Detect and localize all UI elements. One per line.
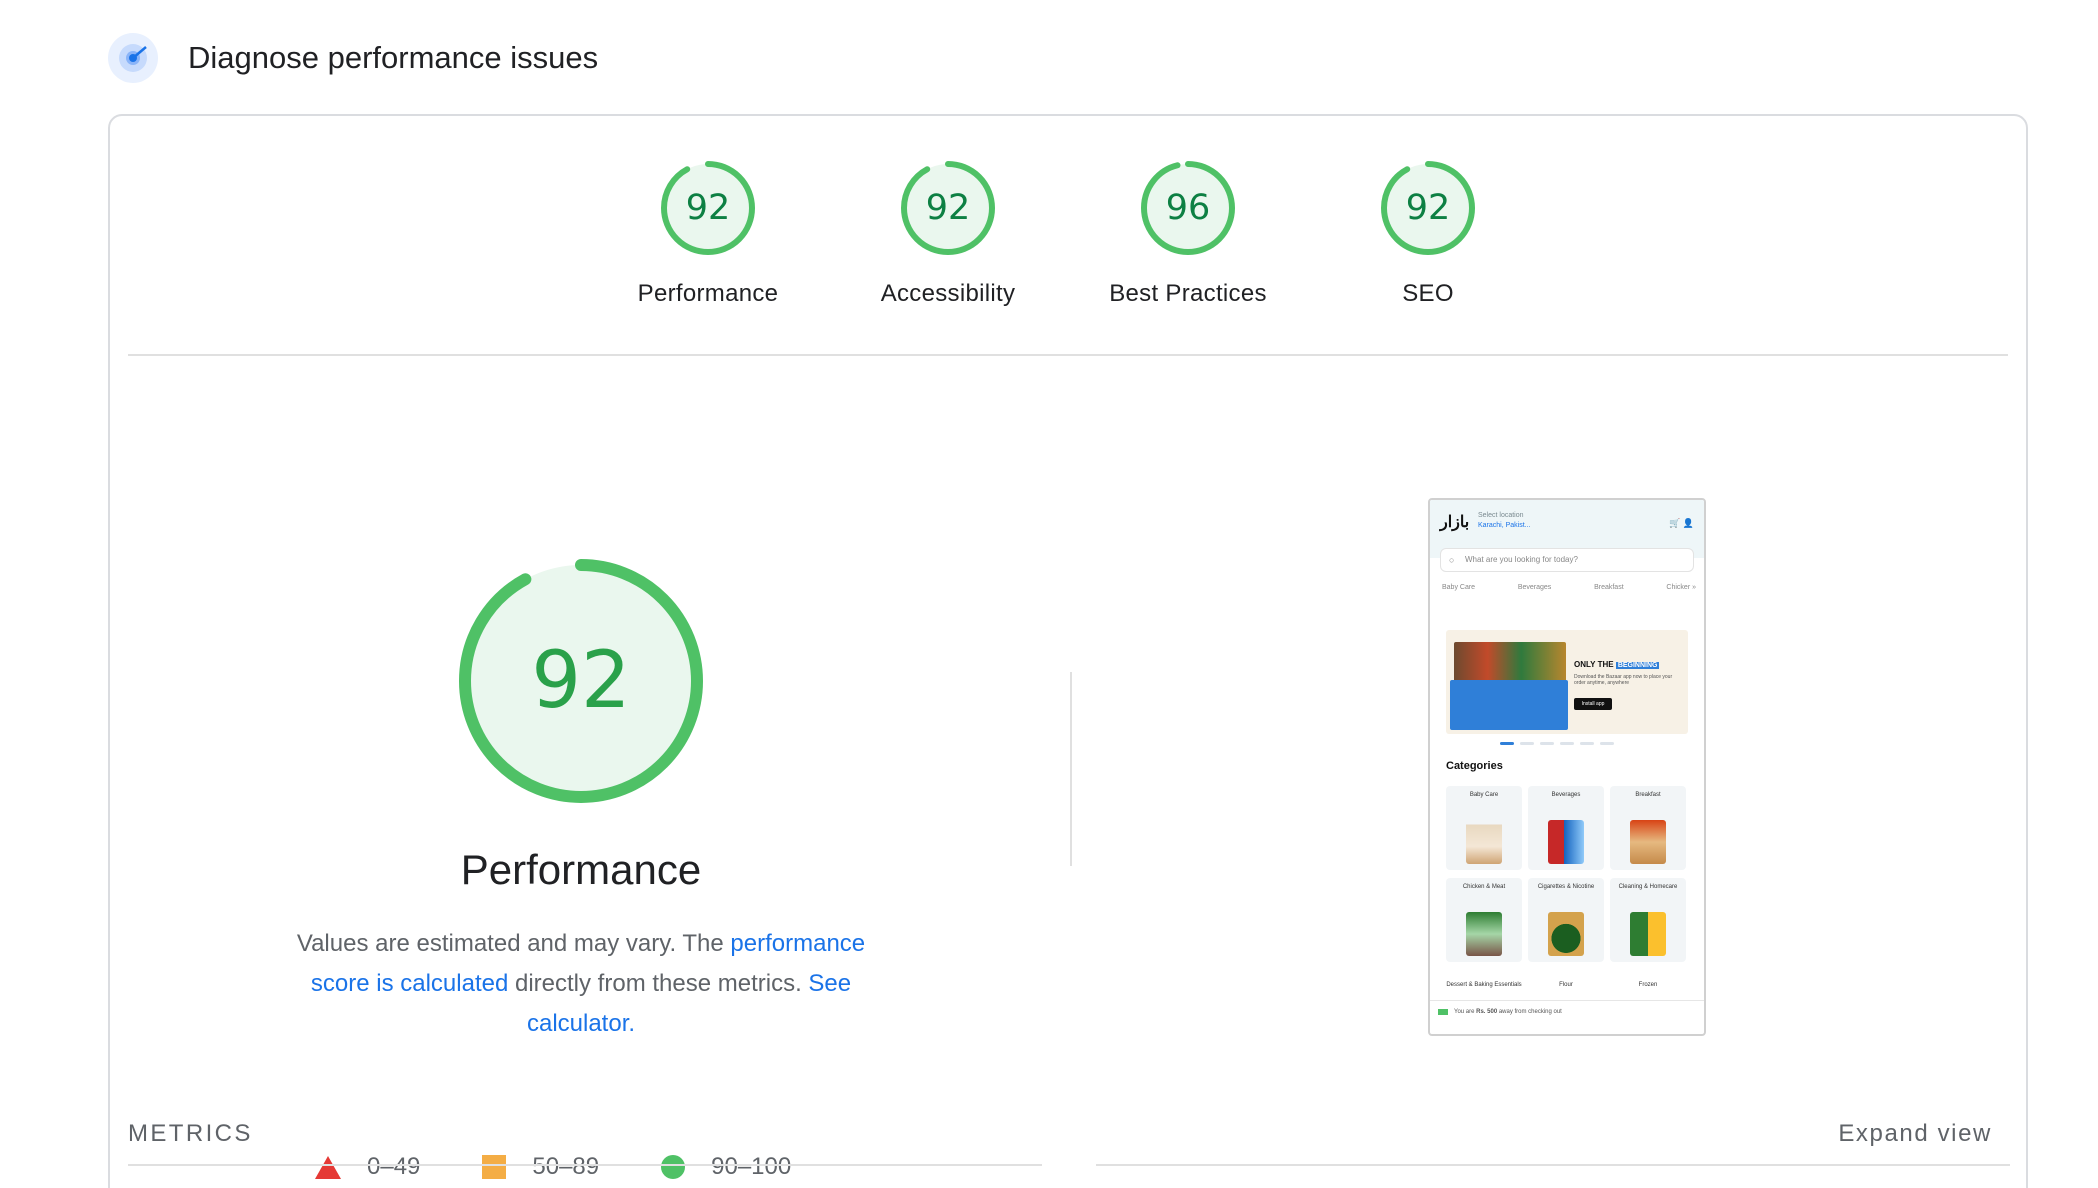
legend-range: 0–49	[367, 1153, 421, 1180]
banner-title-text: ONLY THE	[1574, 660, 1614, 669]
circle-icon	[661, 1155, 686, 1179]
footer-text: You are	[1454, 1009, 1477, 1015]
promo-banner: ONLY THE BEGINNING Download the Bazaar a…	[1446, 630, 1688, 734]
gauge-label: Best Practices	[1109, 280, 1267, 307]
tile-label: Flour	[1559, 982, 1573, 988]
search-placeholder: What are you looking for today?	[1465, 555, 1578, 564]
nav-item: Breakfast	[1594, 584, 1624, 591]
gauge-score: 92	[685, 188, 731, 228]
performance-score: 92	[531, 636, 631, 726]
page-screenshot: بازار Select location Karachi, Pakist...…	[1428, 498, 1706, 1036]
divider	[128, 1164, 1042, 1166]
bag-image	[1450, 680, 1568, 730]
category-row: Dessert & Baking Essentials Flour Frozen	[1446, 982, 1692, 989]
product-image	[1548, 912, 1584, 956]
banner-title: ONLY THE BEGINNING	[1574, 660, 1660, 669]
category-tile: Cleaning & Homecare	[1610, 878, 1686, 962]
category-grid: Baby Care Beverages Breakfast Chicken & …	[1446, 786, 1692, 962]
screenshot-search: ○ What are you looking for today?	[1440, 548, 1694, 572]
banner-subtitle: Download the Bazaar app now to place you…	[1574, 674, 1673, 686]
tile-label: Dessert & Baking Essentials	[1446, 982, 1522, 988]
vertical-divider	[1070, 672, 1072, 866]
nav-item: Baby Care	[1442, 584, 1476, 591]
category-tile: Baby Care	[1446, 786, 1522, 870]
section-header: Diagnose performance issues	[108, 32, 598, 84]
tile-label: Frozen	[1638, 982, 1658, 988]
performance-gauge: 92	[456, 556, 706, 806]
nav-item: Beverages	[1517, 584, 1552, 591]
gauge-seo[interactable]: 92 SEO	[1308, 158, 1548, 308]
tile-label: Chicken & Meat	[1462, 884, 1506, 890]
search-icon: ○	[1449, 555, 1455, 565]
category-tile: Chicken & Meat	[1446, 878, 1522, 962]
product-image	[1466, 912, 1502, 956]
legend-fail: 0–49	[315, 1153, 420, 1181]
expand-view-toggle[interactable]: Expand view	[1838, 1120, 1992, 1148]
location-label: Select location	[1478, 512, 1524, 519]
legend-pass: 90–100	[661, 1153, 791, 1181]
desc-text: directly from these metrics.	[508, 970, 809, 997]
gauge-best-practices[interactable]: 96 Best Practices	[1068, 158, 1308, 308]
gauge-score: 92	[1405, 188, 1451, 228]
tile-label: Cigarettes & Nicotine	[1537, 884, 1595, 890]
desc-text: Values are estimated and may vary. The	[296, 930, 731, 957]
gauge-score: 96	[1165, 188, 1211, 228]
site-logo: بازار	[1440, 514, 1470, 531]
screenshot-nav: Baby Care Beverages Breakfast Chicker »	[1442, 584, 1696, 591]
score-gauges: 92 Performance 92 Accessibility 96 Best …	[110, 158, 2026, 308]
footer-text: away from checking out	[1497, 1009, 1562, 1015]
cart-user-icons: 🛒 👤	[1669, 518, 1694, 528]
score-legend: 0–49 50–89 90–100	[315, 1153, 853, 1181]
report-card: 92 Performance 92 Accessibility 96 Best …	[108, 114, 2028, 1188]
legend-range: 50–89	[532, 1153, 600, 1180]
product-image	[1630, 820, 1666, 864]
tile-label: Breakfast	[1635, 792, 1661, 798]
product-image	[1630, 912, 1666, 956]
carousel-dots	[1500, 742, 1620, 745]
footer-amount: Rs. 500	[1476, 1009, 1498, 1015]
product-image	[1466, 820, 1502, 864]
performance-title: Performance	[460, 846, 702, 893]
page-title: Diagnose performance issues	[188, 40, 599, 75]
category-tile: Beverages	[1528, 786, 1604, 870]
metrics-heading: METRICS	[128, 1120, 253, 1147]
gauge-score: 92	[925, 188, 971, 228]
categories-title: Categories	[1446, 760, 1503, 772]
lighthouse-icon	[108, 33, 158, 83]
gauge-accessibility[interactable]: 92 Accessibility	[828, 158, 1068, 308]
divider	[128, 354, 2008, 356]
gauge-label: SEO	[1402, 280, 1454, 307]
legend-range: 90–100	[711, 1153, 792, 1180]
nav-item: Chicker »	[1666, 584, 1696, 591]
category-tile: Breakfast	[1610, 786, 1686, 870]
divider	[1096, 1164, 2010, 1166]
cash-icon	[1438, 1009, 1448, 1015]
gauge-label: Accessibility	[880, 280, 1016, 307]
gauge-performance[interactable]: 92 Performance	[588, 158, 828, 308]
category-tile: Cigarettes & Nicotine	[1528, 878, 1604, 962]
install-app-button: Install app	[1574, 698, 1612, 710]
gauge-label: Performance	[637, 280, 779, 307]
banner-badge: BEGINNING	[1615, 662, 1660, 669]
performance-description: Values are estimated and may vary. The p…	[281, 924, 881, 1044]
checkout-bar: You are Rs. 500 away from checking out	[1430, 1000, 1704, 1024]
tile-label: Beverages	[1551, 792, 1581, 798]
product-image	[1548, 820, 1584, 864]
legend-average: 50–89	[482, 1153, 599, 1181]
tile-label: Baby Care	[1469, 792, 1499, 798]
location-value: Karachi, Pakist...	[1478, 522, 1531, 529]
tile-label: Cleaning & Homecare	[1618, 884, 1678, 890]
square-icon	[482, 1155, 507, 1179]
triangle-icon	[315, 1155, 341, 1179]
